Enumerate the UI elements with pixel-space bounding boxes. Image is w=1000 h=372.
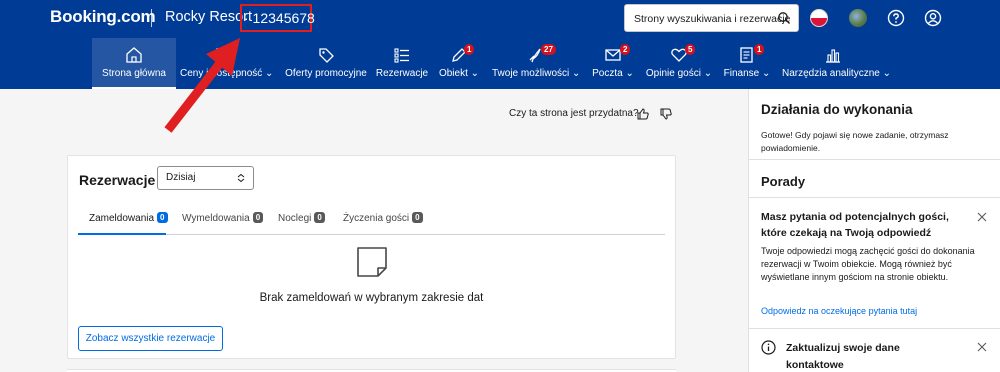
notification-badge: 1 — [754, 44, 765, 55]
tip-title: Masz pytania od potencjalnych gości, któ… — [761, 211, 949, 239]
view-all-reservations-button[interactable]: Zobacz wszystkie rezerwacje — [78, 326, 223, 351]
select-arrows-icon — [237, 174, 245, 182]
booking-logo[interactable]: Booking.com — [50, 7, 156, 27]
tab-label: Życzenia gości — [343, 213, 410, 224]
sidebar-divider — [749, 159, 1000, 160]
sidebar-divider — [749, 328, 1000, 329]
annotation-arrow-icon — [164, 38, 240, 133]
notification-badge: 1 — [464, 44, 475, 55]
tab-count: 0 — [157, 212, 168, 223]
sidebar-divider — [749, 197, 1000, 198]
reservations-title: Rezerwacje — [79, 172, 156, 188]
nav-label: Oferty promocyjne — [285, 68, 367, 79]
tab-count: 0 — [314, 212, 325, 223]
property-id-highlight: · 12345678 — [240, 4, 315, 32]
nav-finance[interactable]: 1 Finanse ⌄ — [722, 38, 772, 89]
right-sidebar: Działania do wykonania Gotowe! Gdy pojaw… — [748, 89, 1000, 372]
header-divider — [151, 9, 152, 27]
tab-stays[interactable]: Noclegi 0 — [278, 212, 325, 224]
page-feedback-question: Czy ta strona jest przydatna? — [509, 108, 639, 119]
todo-message: Gotowe! Gdy pojawi się nowe zadanie, otr… — [761, 130, 949, 153]
period-select[interactable]: Dzisiaj — [157, 166, 254, 190]
notification-badge: 2 — [620, 44, 631, 55]
nav-inbox[interactable]: 2 Poczta ⌄ — [588, 38, 638, 89]
home-icon — [126, 47, 142, 63]
thumbs-up-icon[interactable] — [636, 107, 650, 121]
tab-check-ins[interactable]: Zameldowania 0 — [89, 212, 168, 224]
notification-badge: 5 — [685, 44, 696, 55]
empty-state-message: Brak zameldowań w wybranym zakresie dat — [259, 292, 484, 304]
tab-count: 0 — [412, 212, 423, 223]
todo-title: Działania do wykonania — [761, 102, 913, 117]
list-icon — [394, 48, 409, 63]
tag-icon — [319, 48, 334, 63]
nav-label: Finanse ⌄ — [723, 68, 771, 79]
search-label: Strony wyszukiwania i rezerwacje — [634, 13, 791, 25]
tab-label: Noclegi — [278, 213, 312, 224]
account-icon[interactable] — [924, 9, 942, 27]
nav-analytics[interactable]: Narzędzia analityczne ⌄ — [782, 38, 891, 89]
search-icon — [778, 12, 790, 24]
tab-count: 0 — [252, 212, 264, 223]
reservations-card: Rezerwacje Dzisiaj Zameldowania 0 Wymeldo… — [67, 155, 676, 359]
top-header: Booking.com Rocky Resort · 12345678 Stro… — [0, 0, 1000, 89]
tip-body: Twoje odpowiedzi mogą zachęcić gości do … — [761, 246, 975, 282]
nav-property[interactable]: 1 Obiekt ⌄ — [436, 38, 482, 89]
nav-reservations[interactable]: Rezerwacje — [374, 38, 430, 89]
bar-chart-icon — [826, 49, 840, 63]
tips-title: Porady — [761, 174, 806, 189]
nav-label: Opinie gości ⌄ — [645, 68, 713, 79]
tabs-divider — [78, 234, 665, 235]
nav-opportunities[interactable]: 27 Twoje możliwości ⌄ — [492, 38, 581, 89]
thumbs-down-icon[interactable] — [659, 107, 673, 121]
language-flag-icon[interactable] — [810, 9, 828, 27]
help-icon[interactable] — [887, 9, 905, 27]
nav-label: Poczta ⌄ — [592, 68, 634, 79]
nav-guest-reviews[interactable]: 5 Opinie gości ⌄ — [645, 38, 713, 89]
tip-title: Zaktualizuj swoje dane kontaktowe — [786, 342, 900, 371]
info-icon — [761, 340, 776, 355]
empty-note-icon — [357, 247, 387, 277]
notification-badge: 27 — [541, 44, 556, 55]
close-icon[interactable] — [977, 212, 987, 222]
tab-check-outs[interactable]: Wymeldowania 0 — [182, 212, 264, 224]
close-icon[interactable] — [977, 342, 987, 352]
active-tab-indicator — [78, 233, 166, 235]
property-name: Rocky Resort — [165, 9, 253, 25]
tab-label: Wymeldowania — [182, 213, 250, 224]
tab-guest-requests[interactable]: Życzenia gości 0 — [343, 212, 423, 224]
answer-questions-link[interactable]: Odpowiedz na oczekujące pytania tutaj — [761, 306, 917, 316]
nav-label: Obiekt ⌄ — [438, 68, 480, 79]
search-button[interactable]: Strony wyszukiwania i rezerwacje — [624, 4, 799, 32]
tab-label: Zameldowania — [89, 213, 155, 224]
nav-label: Rezerwacje — [375, 68, 429, 79]
nav-label: Twoje możliwości ⌄ — [492, 68, 581, 79]
nav-label: Narzędzia analityczne ⌄ — [782, 68, 891, 79]
nav-promotions[interactable]: Oferty promocyjne — [282, 38, 370, 89]
property-avatar[interactable] — [849, 9, 867, 27]
period-select-value: Dzisiaj — [166, 172, 196, 183]
